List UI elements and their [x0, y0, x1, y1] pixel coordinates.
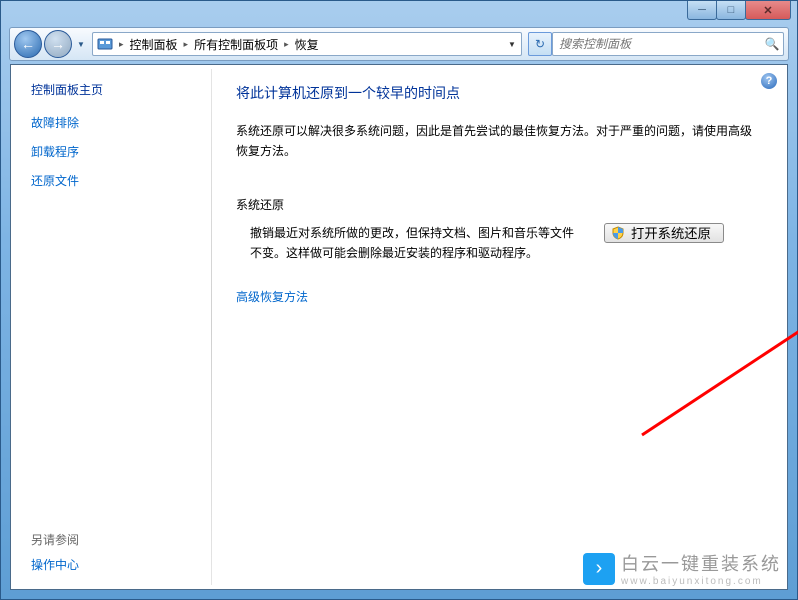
search-box[interactable]: 🔍: [552, 32, 784, 56]
annotation-arrow: [632, 295, 798, 445]
see-also-action-center[interactable]: 操作中心: [31, 556, 79, 573]
minimize-button[interactable]: ─: [687, 1, 717, 20]
address-bar[interactable]: ▸ 控制面板 ▸ 所有控制面板项 ▸ 恢复 ▼: [92, 32, 522, 56]
refresh-button[interactable]: ↻: [528, 32, 552, 56]
control-panel-icon: [97, 36, 113, 52]
watermark-text: 白云一键重装系统: [621, 550, 781, 576]
shield-icon: [611, 226, 625, 240]
open-system-restore-label: 打开系统还原: [631, 223, 711, 242]
section-body: 撤销最近对系统所做的更改，但保持文档、图片和音乐等文件不变。这样做可能会删除最近…: [236, 223, 763, 264]
chevron-right-icon[interactable]: ▸: [117, 39, 126, 50]
sidebar-link-troubleshoot[interactable]: 故障排除: [31, 114, 201, 131]
chevron-right-icon[interactable]: ▸: [282, 39, 291, 50]
sidebar-link-restore-files[interactable]: 还原文件: [31, 172, 201, 189]
sidebar-link-uninstall[interactable]: 卸载程序: [31, 143, 201, 160]
watermark: › 白云一键重装系统 www.baiyunxitong.com: [577, 548, 787, 589]
close-button[interactable]: ✕: [745, 1, 791, 20]
breadcrumb-all-items[interactable]: 所有控制面板项: [190, 33, 282, 55]
client-area: 控制面板主页 故障排除 卸载程序 还原文件 另请参阅 操作中心 ? 将此计算机还…: [10, 64, 788, 590]
watermark-badge-icon: ›: [583, 553, 615, 585]
watermark-url: www.baiyunxitong.com: [621, 576, 781, 587]
help-icon[interactable]: ?: [761, 73, 777, 89]
back-button[interactable]: ←: [14, 30, 42, 58]
nav-history-dropdown[interactable]: ▼: [74, 37, 88, 51]
chevron-right-icon[interactable]: ▸: [182, 39, 191, 50]
see-also-header: 另请参阅: [31, 531, 79, 548]
sidebar: 控制面板主页 故障排除 卸载程序 还原文件 另请参阅 操作中心: [11, 65, 211, 589]
section-header-system-restore: 系统还原: [236, 196, 763, 213]
window-frame: ─ □ ✕ ← → ▼ ▸ 控制面板 ▸ 所有控制面板项 ▸ 恢复 ▼ ↻ 🔍: [0, 0, 798, 600]
main-content: ? 将此计算机还原到一个较早的时间点 系统还原可以解决很多系统问题，因此是首先尝…: [212, 65, 787, 589]
search-input[interactable]: [553, 37, 761, 51]
page-title: 将此计算机还原到一个较早的时间点: [236, 83, 763, 103]
breadcrumb-control-panel[interactable]: 控制面板: [126, 33, 182, 55]
nav-toolbar: ← → ▼ ▸ 控制面板 ▸ 所有控制面板项 ▸ 恢复 ▼ ↻ 🔍: [9, 27, 789, 61]
page-description: 系统还原可以解决很多系统问题，因此是首先尝试的最佳恢复方法。对于严重的问题，请使…: [236, 121, 763, 162]
address-dropdown[interactable]: ▼: [502, 33, 521, 55]
search-icon[interactable]: 🔍: [761, 37, 783, 51]
titlebar[interactable]: ─ □ ✕: [1, 1, 797, 27]
open-system-restore-button[interactable]: 打开系统还原: [604, 223, 724, 243]
window-controls: ─ □ ✕: [688, 1, 791, 20]
sidebar-see-also: 另请参阅 操作中心: [31, 531, 79, 573]
breadcrumb-recovery[interactable]: 恢复: [291, 33, 323, 55]
maximize-button[interactable]: □: [716, 1, 746, 20]
advanced-recovery-link[interactable]: 高级恢复方法: [236, 288, 763, 305]
sidebar-title[interactable]: 控制面板主页: [31, 81, 201, 98]
section-text: 撤销最近对系统所做的更改，但保持文档、图片和音乐等文件不变。这样做可能会删除最近…: [250, 223, 580, 264]
forward-button[interactable]: →: [44, 30, 72, 58]
